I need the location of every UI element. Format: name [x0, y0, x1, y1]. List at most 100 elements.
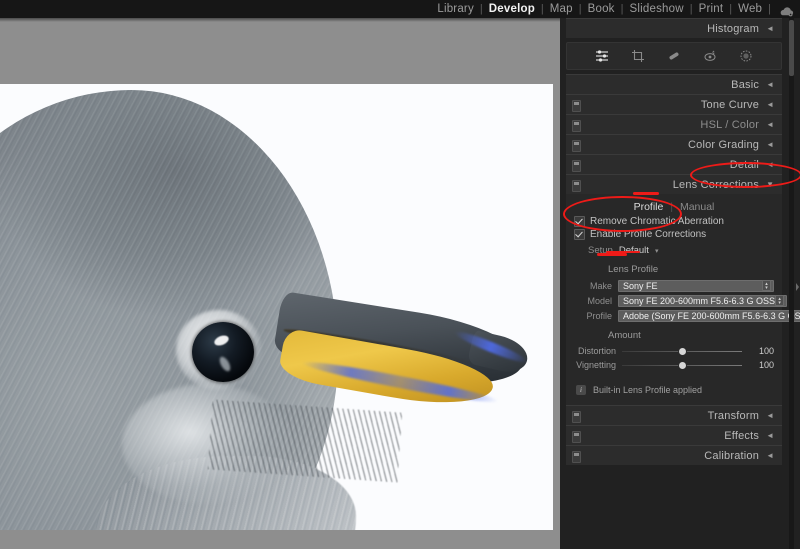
vignetting-slider-row[interactable]: Vignetting 100 — [566, 358, 782, 372]
panel-toggle-switch[interactable] — [572, 100, 581, 112]
lightroom-develop-window: Library | Develop | Map | Book | Slidesh… — [0, 0, 800, 549]
module-slideshow[interactable]: Slideshow — [624, 0, 690, 18]
section-tone-curve[interactable]: Tone Curve ◄ — [566, 94, 782, 114]
basic-adjustments-tool-icon[interactable] — [594, 48, 610, 64]
panel-scrollbar-thumb[interactable] — [789, 20, 794, 76]
chevron-left-icon[interactable]: ◄ — [766, 121, 774, 129]
tab-manual[interactable]: Manual — [680, 201, 714, 213]
panel-toggle-switch[interactable] — [572, 160, 581, 172]
distortion-value[interactable]: 100 — [748, 346, 774, 356]
section-detail[interactable]: Detail ◄ — [566, 154, 782, 174]
lens-profile-heading: Lens Profile — [566, 258, 782, 278]
distortion-slider[interactable] — [622, 346, 742, 356]
enable-profile-corrections-checkbox[interactable] — [574, 229, 585, 240]
develop-photo[interactable] — [0, 84, 553, 530]
lens-model-value: Sony FE 200-600mm F5.6-6.3 G OSS — [623, 296, 775, 306]
chevron-left-icon[interactable]: ◄ — [766, 452, 774, 460]
lens-make-select[interactable]: Sony FE ▴▾ — [618, 280, 774, 292]
panel-toggle-switch[interactable] — [572, 140, 581, 152]
panel-toggle-switch[interactable] — [572, 411, 581, 423]
section-calibration[interactable]: Calibration ◄ — [566, 445, 782, 465]
image-canvas[interactable] — [0, 18, 560, 549]
module-separator: | — [768, 0, 771, 18]
panel-toggle-switch[interactable] — [572, 120, 581, 132]
module-develop[interactable]: Develop — [483, 0, 541, 18]
section-title: Basic — [731, 79, 759, 91]
dropdown-spinner-icon[interactable]: ▴▾ — [762, 280, 771, 291]
checkbox-label: Enable Profile Corrections — [590, 229, 706, 240]
section-effects[interactable]: Effects ◄ — [566, 425, 782, 445]
section-title: Histogram — [707, 23, 759, 35]
lens-profile-row[interactable]: Profile Adobe (Sony FE 200-600mm F5.6-6.… — [566, 308, 782, 323]
section-title: Detail — [730, 159, 759, 171]
section-lens-corrections[interactable]: Lens Corrections ▼ — [566, 174, 782, 194]
bird-chin-feathers — [208, 399, 402, 482]
distortion-label: Distortion — [566, 346, 616, 356]
chevron-left-icon[interactable]: ◄ — [766, 25, 774, 33]
tab-separator: | — [670, 202, 673, 213]
chevron-down-icon[interactable]: ▾ — [655, 247, 659, 255]
vignetting-slider[interactable] — [622, 360, 742, 370]
lens-make-value: Sony FE — [623, 281, 658, 291]
tool-strip — [566, 42, 782, 70]
remove-chromatic-aberration-checkbox[interactable] — [574, 216, 585, 227]
crop-overlay-tool-icon[interactable] — [630, 48, 646, 64]
lens-make-row[interactable]: Make Sony FE ▴▾ — [566, 278, 782, 293]
dropdown-spinner-icon[interactable]: ▴▾ — [775, 295, 784, 306]
section-hsl-color[interactable]: HSL / Color ◄ — [566, 114, 782, 134]
lens-profile-select[interactable]: Adobe (Sony FE 200-600mm F5.6-6.3 G OSS)… — [618, 310, 800, 322]
setup-value[interactable]: Default — [619, 245, 649, 256]
enable-profile-corrections-row[interactable]: Enable Profile Corrections — [566, 228, 782, 241]
chevron-left-icon[interactable]: ◄ — [766, 412, 774, 420]
info-text: Built-in Lens Profile applied — [593, 385, 702, 395]
section-title: Color Grading — [688, 139, 759, 151]
distortion-slider-row[interactable]: Distortion 100 — [566, 344, 782, 358]
section-title: HSL / Color — [700, 119, 759, 131]
section-basic[interactable]: Basic ◄ — [566, 74, 782, 94]
module-picker-bar: Library | Develop | Map | Book | Slidesh… — [0, 0, 800, 18]
vignetting-label: Vignetting — [566, 360, 616, 370]
setup-label: Setup — [588, 245, 613, 256]
section-title: Effects — [724, 430, 759, 442]
bird-photograph — [0, 84, 553, 530]
module-book[interactable]: Book — [582, 0, 621, 18]
panel-toggle-switch[interactable] — [572, 451, 581, 463]
remove-chromatic-aberration-row[interactable]: Remove Chromatic Aberration — [566, 215, 782, 228]
section-transform[interactable]: Transform ◄ — [566, 405, 782, 425]
lens-corrections-body: Profile | Manual Remove Chromatic Aberra… — [566, 194, 782, 405]
chevron-left-icon[interactable]: ◄ — [766, 81, 774, 89]
lens-model-select[interactable]: Sony FE 200-600mm F5.6-6.3 G OSS ▴▾ — [618, 295, 787, 307]
panel-edge-toggle-icon[interactable] — [794, 280, 800, 294]
slider-handle[interactable] — [679, 348, 686, 355]
chevron-left-icon[interactable]: ◄ — [766, 101, 774, 109]
cloud-sync-icon[interactable] — [778, 4, 794, 15]
panel-sections: Histogram ◄ — [560, 18, 788, 465]
red-eye-correction-tool-icon[interactable] — [702, 48, 718, 64]
section-title: Transform — [708, 410, 760, 422]
chevron-down-icon[interactable]: ▼ — [766, 181, 774, 189]
section-histogram[interactable]: Histogram ◄ — [566, 18, 782, 38]
section-title: Lens Corrections — [673, 179, 759, 191]
built-in-profile-info-row: i Built-in Lens Profile applied — [566, 372, 782, 397]
lens-make-label: Make — [566, 281, 612, 291]
module-map[interactable]: Map — [544, 0, 579, 18]
chevron-left-icon[interactable]: ◄ — [766, 161, 774, 169]
module-web[interactable]: Web — [732, 0, 768, 18]
lens-model-row[interactable]: Model Sony FE 200-600mm F5.6-6.3 G OSS ▴… — [566, 293, 782, 308]
panel-toggle-switch[interactable] — [572, 180, 581, 192]
panel-toggle-switch[interactable] — [572, 431, 581, 443]
tab-profile[interactable]: Profile — [634, 201, 664, 213]
module-library[interactable]: Library — [431, 0, 480, 18]
lens-profile-value: Adobe (Sony FE 200-600mm F5.6-6.3 G OSS) — [623, 311, 800, 321]
module-print[interactable]: Print — [693, 0, 730, 18]
masking-tool-icon[interactable] — [738, 48, 754, 64]
setup-row[interactable]: Setup Default ▾ — [566, 241, 782, 258]
spot-removal-tool-icon[interactable] — [666, 48, 682, 64]
section-color-grading[interactable]: Color Grading ◄ — [566, 134, 782, 154]
slider-handle[interactable] — [679, 362, 686, 369]
vignetting-value[interactable]: 100 — [748, 360, 774, 370]
chevron-left-icon[interactable]: ◄ — [766, 432, 774, 440]
lens-profile-label: Profile — [566, 311, 612, 321]
chevron-left-icon[interactable]: ◄ — [766, 141, 774, 149]
section-title: Calibration — [704, 450, 759, 462]
